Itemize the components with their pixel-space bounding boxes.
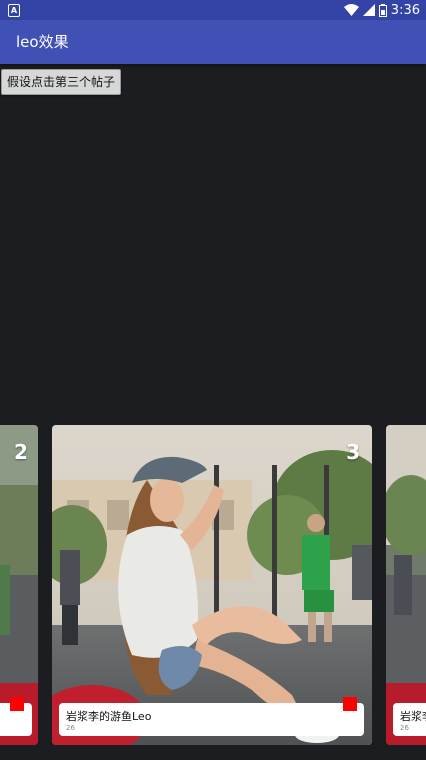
post-author: 岩浆李 bbox=[400, 710, 426, 723]
post-image bbox=[386, 425, 426, 745]
post-card-4[interactable]: 岩浆李 26 bbox=[386, 425, 426, 745]
app-title: leo效果 bbox=[16, 33, 69, 51]
post-card-2[interactable]: 2 bbox=[0, 425, 38, 745]
post-image bbox=[52, 425, 372, 745]
post-number: 2 bbox=[14, 440, 28, 464]
click-third-post-button[interactable]: 假设点击第三个帖子 bbox=[1, 69, 122, 95]
badge-square bbox=[10, 697, 24, 711]
status-bar: A 3:36 bbox=[0, 0, 426, 20]
post-info-box: 岩浆李的游鱼Leo 26 bbox=[59, 703, 364, 736]
post-info-box: 岩浆李 26 bbox=[393, 703, 426, 736]
post-author: 岩浆李的游鱼Leo bbox=[66, 710, 152, 723]
post-number: 3 bbox=[346, 440, 360, 464]
notification-icon: A bbox=[8, 4, 20, 17]
clock: 3:36 bbox=[390, 2, 420, 18]
battery-icon bbox=[378, 3, 387, 17]
post-count: 26 bbox=[400, 724, 409, 732]
signal-icon bbox=[362, 4, 375, 16]
wifi-icon bbox=[343, 4, 359, 16]
status-icons: 3:36 bbox=[343, 2, 420, 18]
app-bar: leo效果 bbox=[0, 20, 426, 64]
post-card-3[interactable]: 3 岩浆李的游鱼Leo 26 bbox=[52, 425, 372, 745]
post-count: 26 bbox=[66, 724, 75, 732]
badge-square bbox=[343, 697, 357, 711]
